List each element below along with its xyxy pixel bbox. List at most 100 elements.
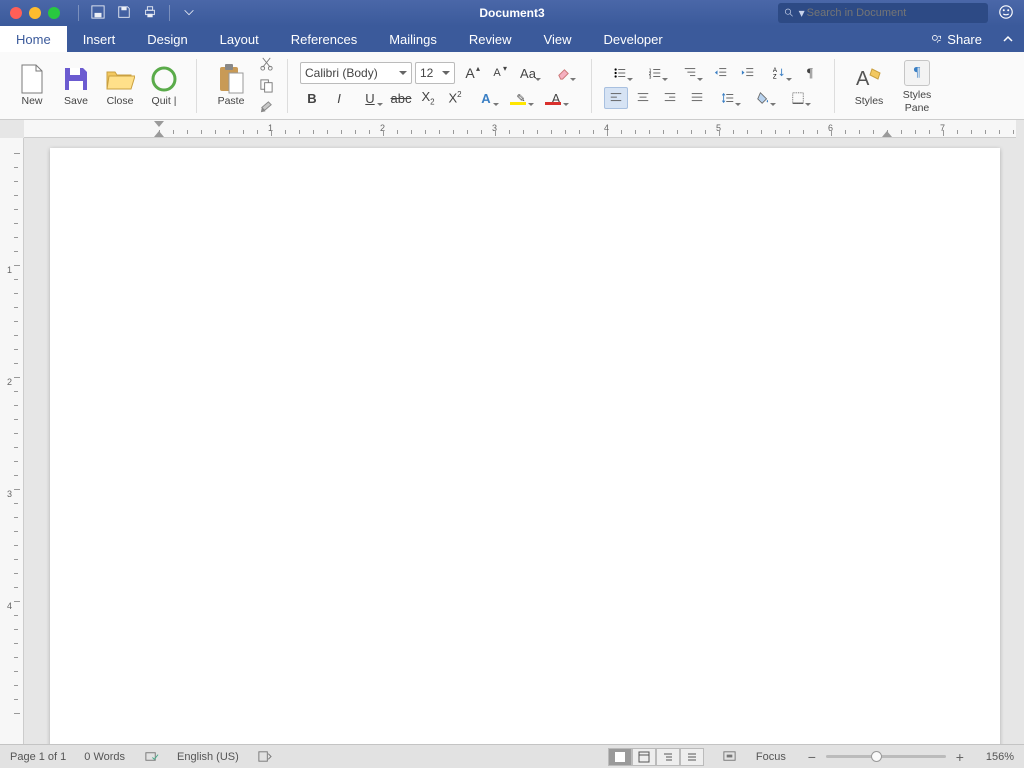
eraser-icon <box>556 66 571 81</box>
numbering-button[interactable]: 123 <box>639 62 671 84</box>
svg-text:3: 3 <box>649 74 652 79</box>
tab-mailings[interactable]: Mailings <box>373 26 453 52</box>
format-painter-button[interactable] <box>257 99 275 117</box>
font-color-button[interactable]: A <box>540 87 572 109</box>
view-switcher <box>608 748 704 766</box>
draft-view-button[interactable] <box>680 748 704 766</box>
zoom-control: − + <box>804 749 968 765</box>
title-bar: Document3 ▾ <box>0 0 1024 26</box>
outline-view-button[interactable] <box>656 748 680 766</box>
align-center-button[interactable] <box>631 87 655 109</box>
copy-button[interactable] <box>257 77 275 95</box>
clear-formatting-button[interactable] <box>547 62 579 84</box>
bullets-button[interactable] <box>604 62 636 84</box>
styles-pane-button[interactable]: ¶ Styles Pane <box>895 58 939 114</box>
share-button[interactable]: Share <box>920 26 992 52</box>
paste-button[interactable]: Paste <box>209 64 253 107</box>
focus-label[interactable]: Focus <box>756 751 786 763</box>
new-button[interactable]: New <box>12 64 52 107</box>
tab-review[interactable]: Review <box>453 26 528 52</box>
save-disk-icon <box>61 64 91 94</box>
tab-references[interactable]: References <box>275 26 373 52</box>
ribbon: New Save Close Quit | Paste <box>0 52 1024 120</box>
paragraph-group: 123 AZ ¶ <box>598 52 828 119</box>
accessibility-icon[interactable] <box>257 749 273 765</box>
search-icon <box>784 7 795 19</box>
language-indicator[interactable]: English (US) <box>177 751 239 763</box>
collapse-ribbon-button[interactable] <box>992 26 1024 52</box>
tab-design[interactable]: Design <box>131 26 203 52</box>
multilevel-list-button[interactable] <box>674 62 706 84</box>
autosave-icon[interactable] <box>91 5 105 22</box>
spellcheck-icon[interactable] <box>143 749 159 765</box>
print-layout-view-button[interactable] <box>608 748 632 766</box>
ribbon-tabs: Home Insert Design Layout References Mai… <box>0 26 1024 52</box>
shading-button[interactable] <box>747 87 779 109</box>
italic-button[interactable]: I <box>327 87 351 109</box>
web-layout-view-button[interactable] <box>632 748 656 766</box>
close-window-button[interactable] <box>10 7 22 19</box>
paint-bucket-icon <box>756 91 770 105</box>
search-box[interactable]: ▾ <box>778 3 988 23</box>
print-icon[interactable] <box>143 5 157 22</box>
strikethrough-button[interactable]: abc <box>389 87 413 109</box>
focus-mode-icon[interactable] <box>722 749 738 765</box>
vertical-ruler[interactable]: 1234 <box>0 138 24 744</box>
customize-qat-icon[interactable] <box>182 5 196 22</box>
text-effects-button[interactable]: A <box>470 87 502 109</box>
increase-indent-button[interactable] <box>736 62 760 84</box>
word-count[interactable]: 0 Words <box>84 751 125 763</box>
decrease-indent-button[interactable] <box>709 62 733 84</box>
paste-icon <box>216 64 246 94</box>
align-left-button[interactable] <box>604 87 628 109</box>
bold-button[interactable]: B <box>300 87 324 109</box>
tab-home[interactable]: Home <box>0 26 67 52</box>
document-area: 1234567 1234 <box>0 120 1024 744</box>
feedback-icon[interactable] <box>998 4 1014 23</box>
superscript-button[interactable]: X2 <box>443 87 467 109</box>
horizontal-ruler[interactable]: 1234567 <box>24 120 1016 138</box>
font-size-select[interactable]: 12 <box>415 62 455 84</box>
folder-open-icon <box>105 64 135 94</box>
zoom-value[interactable]: 156% <box>986 751 1014 763</box>
svg-text:A: A <box>856 68 870 90</box>
zoom-slider[interactable] <box>826 755 946 758</box>
font-name-select[interactable]: Calibri (Body) <box>300 62 412 84</box>
font-group: Calibri (Body) 12 A▴ A▾ Aa B I U abc X2 … <box>294 52 585 119</box>
quit-button[interactable]: Quit | <box>144 64 184 107</box>
underline-button[interactable]: U <box>354 87 386 109</box>
sort-button[interactable]: AZ <box>763 62 795 84</box>
save-icon[interactable] <box>117 5 131 22</box>
borders-button[interactable] <box>782 87 814 109</box>
shrink-font-button[interactable]: A▾ <box>485 62 509 84</box>
file-group: New Save Close Quit | <box>6 52 190 119</box>
status-bar: Page 1 of 1 0 Words English (US) Focus −… <box>0 744 1024 768</box>
zoom-in-button[interactable]: + <box>952 749 968 765</box>
subscript-button[interactable]: X2 <box>416 87 440 109</box>
cut-button[interactable] <box>257 55 275 73</box>
change-case-button[interactable]: Aa <box>512 62 544 84</box>
line-spacing-button[interactable] <box>712 87 744 109</box>
tab-layout[interactable]: Layout <box>204 26 275 52</box>
tab-insert[interactable]: Insert <box>67 26 132 52</box>
tab-developer[interactable]: Developer <box>587 26 678 52</box>
styles-button[interactable]: A Styles <box>847 64 891 107</box>
highlight-button[interactable]: ✎ <box>505 87 537 109</box>
tab-view[interactable]: View <box>528 26 588 52</box>
minimize-window-button[interactable] <box>29 7 41 19</box>
quick-access-toolbar <box>78 5 196 22</box>
save-button[interactable]: Save <box>56 64 96 107</box>
close-button[interactable]: Close <box>100 64 140 107</box>
grow-font-button[interactable]: A▴ <box>458 62 482 84</box>
align-right-button[interactable] <box>658 87 682 109</box>
search-input[interactable] <box>807 7 982 19</box>
window-controls <box>10 7 60 19</box>
zoom-window-button[interactable] <box>48 7 60 19</box>
document-page[interactable] <box>50 148 1000 744</box>
clipboard-group: Paste <box>203 52 281 119</box>
share-icon <box>930 33 943 46</box>
page-indicator[interactable]: Page 1 of 1 <box>10 751 66 763</box>
justify-button[interactable] <box>685 87 709 109</box>
show-marks-button[interactable]: ¶ <box>798 62 822 84</box>
zoom-out-button[interactable]: − <box>804 749 820 765</box>
